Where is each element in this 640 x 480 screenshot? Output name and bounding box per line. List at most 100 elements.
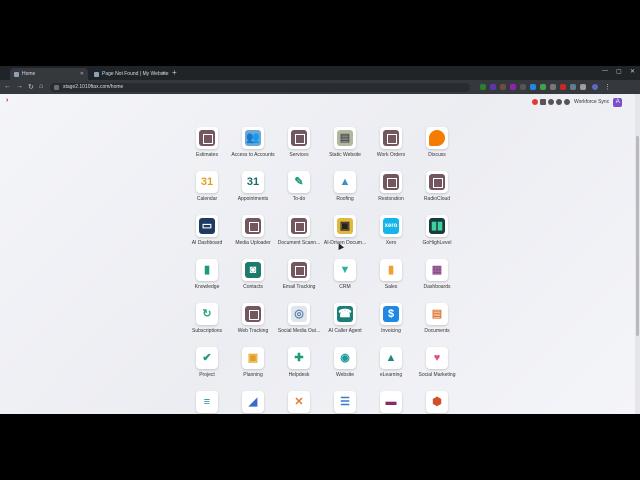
cube-icon xyxy=(196,127,218,149)
scroll-thumb[interactable] xyxy=(636,136,639,336)
app-estimates[interactable]: Estimates xyxy=(184,127,230,169)
tab-home[interactable]: Home ✕ xyxy=(10,68,88,80)
reload-icon[interactable]: ↻ xyxy=(28,83,34,91)
app-item-40[interactable]: ▬ xyxy=(368,391,414,414)
extension-icon[interactable] xyxy=(490,84,496,90)
layers-icon: ▬ xyxy=(380,391,402,413)
users-icon: 👥 xyxy=(242,127,264,149)
window-close-icon[interactable]: ✕ xyxy=(630,68,635,75)
app-elearning[interactable]: ▲ eLearning xyxy=(368,347,414,389)
house-icon: ▲ xyxy=(334,171,356,193)
app-crm[interactable]: ▼ CRM xyxy=(322,259,368,301)
app-social-marketing[interactable]: ♥ Social Marketing xyxy=(414,347,460,389)
app-knowledge[interactable]: ▮ Knowledge xyxy=(184,259,230,301)
back-icon[interactable]: ← xyxy=(4,83,11,90)
app-restoration[interactable]: Restoration xyxy=(368,171,414,213)
calendar-icon: 31 xyxy=(196,171,218,193)
forward-icon[interactable]: → xyxy=(16,83,23,90)
home-icon[interactable]: ⌂ xyxy=(39,83,43,90)
app-helpdesk[interactable]: ✚ Helpdesk xyxy=(276,347,322,389)
user-avatar[interactable]: A xyxy=(613,97,623,107)
app-xero[interactable]: xero Xero xyxy=(368,215,414,257)
maximize-icon[interactable]: ▢ xyxy=(616,68,622,75)
new-tab-button[interactable]: + xyxy=(172,68,177,77)
extension-icon[interactable] xyxy=(480,84,486,90)
app-label: Media Uploader xyxy=(235,240,271,246)
extension-icon[interactable] xyxy=(540,84,546,90)
extension-icon[interactable] xyxy=(570,84,576,90)
address-bar[interactable]: stage2.1010ftax.com/home xyxy=(50,83,470,92)
app-services[interactable]: Services xyxy=(276,127,322,169)
app-label: Sales xyxy=(384,284,398,290)
app-access-to-accounts[interactable]: 👥 Access to Accounts xyxy=(230,127,276,169)
close-icon[interactable]: ✕ xyxy=(80,71,84,77)
chat-icon[interactable] xyxy=(548,99,554,105)
app-email-tracking[interactable]: Email Tracking xyxy=(276,259,322,301)
tab-page-not-found[interactable]: Page Not Found | My Website ✕ xyxy=(90,68,170,80)
tools-icon[interactable] xyxy=(564,99,570,105)
app-item-36[interactable]: ≡ xyxy=(184,391,230,414)
extension-icon[interactable] xyxy=(560,84,566,90)
extension-icon[interactable] xyxy=(510,84,516,90)
app-media-uploader[interactable]: Media Uploader xyxy=(230,215,276,257)
app-social-media-out[interactable]: ◎ Social Media Out... xyxy=(276,303,322,345)
extension-icon[interactable] xyxy=(530,84,536,90)
app-item-37[interactable]: ◢ xyxy=(230,391,276,414)
extension-icon[interactable] xyxy=(500,84,506,90)
extension-icon[interactable] xyxy=(520,84,526,90)
cube-icon xyxy=(380,171,402,193)
app-documents[interactable]: ▤ Documents xyxy=(414,303,460,345)
clock-icon[interactable] xyxy=(556,99,562,105)
app-label: Dashboards xyxy=(423,284,451,290)
globe-icon: ◎ xyxy=(288,303,310,325)
xero-icon: xero xyxy=(380,215,402,237)
phone-icon[interactable] xyxy=(540,99,546,105)
app-document-scann[interactable]: Document Scann... xyxy=(276,215,322,257)
app-dashboards[interactable]: ▦ Dashboards xyxy=(414,259,460,301)
app-calendar[interactable]: 31 Calendar xyxy=(184,171,230,213)
app-contacts[interactable]: ◙ Contacts xyxy=(230,259,276,301)
app-label: Subscriptions xyxy=(191,328,222,334)
extension-icon[interactable] xyxy=(580,84,586,90)
app-radiocloud[interactable]: RadioCloud xyxy=(414,171,460,213)
app-subscriptions[interactable]: ↻ Subscriptions xyxy=(184,303,230,345)
app-ai-dashboard[interactable]: ▭ AI Dashboard xyxy=(184,215,230,257)
app-gohighlevel[interactable]: ▮▮ GoHighLevel xyxy=(414,215,460,257)
scrollbar[interactable] xyxy=(635,94,640,414)
favicon-icon xyxy=(94,71,99,77)
app-invoicing[interactable]: $ Invoicing xyxy=(368,303,414,345)
app-label: Restoration xyxy=(378,196,404,202)
app-ai-driven-docum[interactable]: ▣ AI-Driven Docum... xyxy=(322,215,368,257)
app-ai-caller-agent[interactable]: ☎ AI Caller Agent xyxy=(322,303,368,345)
app-work-orders[interactable]: Work Orders xyxy=(368,127,414,169)
app-item-39[interactable]: ☰ xyxy=(322,391,368,414)
app-project[interactable]: ✔ Project xyxy=(184,347,230,389)
app-item-41[interactable]: ⬢ xyxy=(414,391,460,414)
extension-icon[interactable] xyxy=(550,84,556,90)
app-label: Email Tracking xyxy=(282,284,316,290)
appointment-icon: 31 xyxy=(242,171,264,193)
check-icon: ✔ xyxy=(196,347,218,369)
close-icon[interactable]: ✕ xyxy=(162,71,166,77)
menu-icon[interactable]: ⋮ xyxy=(604,83,611,91)
home-menu-icon[interactable]: › xyxy=(6,97,8,104)
site-info-icon[interactable] xyxy=(54,85,59,90)
company-name[interactable]: Workforce Sync xyxy=(574,99,609,105)
app-roofing[interactable]: ▲ Roofing xyxy=(322,171,368,213)
app-discuss[interactable]: Discuss xyxy=(414,127,460,169)
app-appointments[interactable]: 31 Appointments xyxy=(230,171,276,213)
app-sales[interactable]: ▮ Sales xyxy=(368,259,414,301)
app-item-38[interactable]: ✕ xyxy=(276,391,322,414)
recording-icon[interactable] xyxy=(532,99,538,105)
app-web-tracking[interactable]: Web Tracking xyxy=(230,303,276,345)
graduation-icon: ▲ xyxy=(380,347,402,369)
app-static-website[interactable]: ▤ Static Website xyxy=(322,127,368,169)
app-label: Estimates xyxy=(196,152,218,158)
app-label: Xero xyxy=(385,240,397,246)
app-planning[interactable]: ▣ Planning xyxy=(230,347,276,389)
app-to-do[interactable]: ✎ To-do xyxy=(276,171,322,213)
app-label: AI-Driven Docum... xyxy=(323,240,367,246)
profile-avatar[interactable] xyxy=(592,84,598,90)
app-website[interactable]: ◉ Website xyxy=(322,347,368,389)
minimize-icon[interactable]: — xyxy=(602,68,608,74)
